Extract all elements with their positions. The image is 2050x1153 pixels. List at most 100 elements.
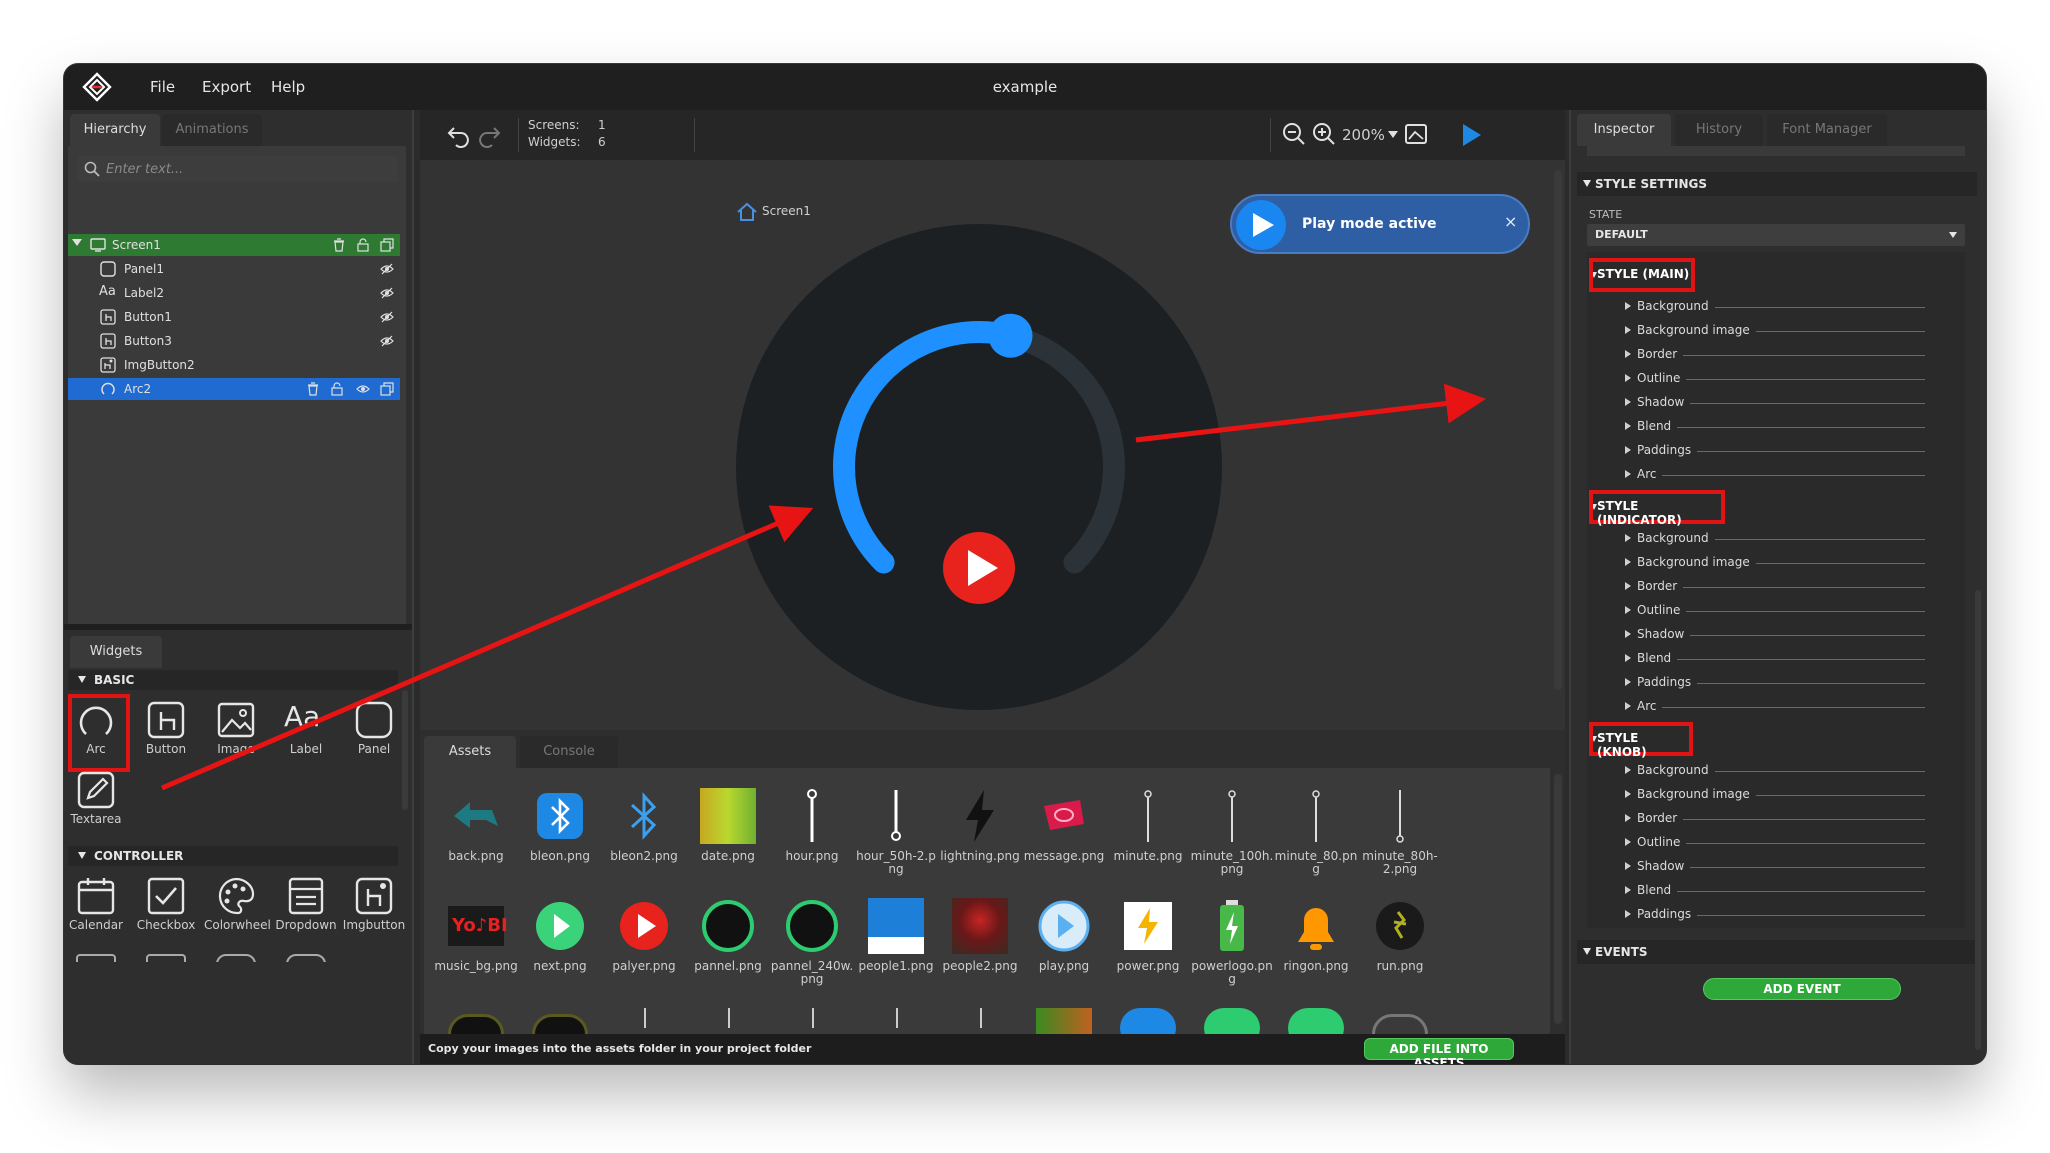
tree-item-label2[interactable]: Aa Label2 <box>68 282 400 304</box>
tree-item-screen1[interactable]: Screen1 <box>68 234 400 256</box>
asset-item[interactable]: minute.png <box>1106 788 1190 888</box>
asset-item[interactable]: Yo♪BI music_bg.png <box>434 898 518 998</box>
section-controller[interactable]: CONTROLLER <box>68 846 398 866</box>
visibility-off-icon[interactable] <box>380 334 394 348</box>
add-file-button[interactable]: ADD FILE INTO ASSETS <box>1364 1038 1514 1064</box>
asset-item[interactable]: pannel_240w.png <box>770 898 854 998</box>
tab-font-manager[interactable]: Font Manager <box>1767 114 1887 146</box>
zoom-dropdown-icon[interactable] <box>1388 131 1398 138</box>
lock-icon[interactable] <box>330 382 344 396</box>
asset-item[interactable]: date.png <box>686 788 770 888</box>
add-event-button[interactable]: ADD EVENT <box>1703 978 1901 1000</box>
prop-border[interactable]: Border <box>1625 346 1925 364</box>
tree-item-arc2[interactable]: Arc2 <box>68 378 400 400</box>
widget-colorwheel[interactable]: Colorwheel <box>204 870 271 936</box>
asset-item[interactable]: play.png <box>1022 898 1106 998</box>
duplicate-icon[interactable] <box>380 382 394 396</box>
state-dropdown[interactable]: DEFAULT <box>1587 224 1965 246</box>
widget-calendar[interactable]: Calendar <box>64 870 128 936</box>
prop-blend[interactable]: Blend <box>1625 882 1925 900</box>
asset-item[interactable]: ringon.png <box>1274 898 1358 998</box>
assets-scrollbar[interactable] <box>1554 774 1562 1024</box>
prop-outline[interactable]: Outline <box>1625 834 1925 852</box>
prop-shadow[interactable]: Shadow <box>1625 858 1925 876</box>
section-basic[interactable]: BASIC <box>68 670 398 690</box>
prop-outline[interactable]: Outline <box>1625 602 1925 620</box>
prop-blend[interactable]: Blend <box>1625 650 1925 668</box>
widget-image[interactable]: Image <box>204 694 268 760</box>
fit-screen-icon[interactable] <box>1404 122 1428 146</box>
prop-blend[interactable]: Blend <box>1625 418 1925 436</box>
redo-icon[interactable] <box>476 122 502 148</box>
widget-button[interactable]: Button <box>134 694 198 760</box>
asset-item[interactable]: minute_80h-2.png <box>1358 788 1442 888</box>
prop-background[interactable]: Background <box>1625 762 1925 780</box>
tree-item-panel1[interactable]: Panel1 <box>68 258 400 280</box>
prop-paddings[interactable]: Paddings <box>1625 674 1925 692</box>
style-settings-header[interactable]: STYLE SETTINGS <box>1577 172 1977 196</box>
widget-panel[interactable]: Panel <box>342 694 406 760</box>
asset-item[interactable]: minute_100h.png <box>1190 788 1274 888</box>
tree-item-button1[interactable]: Button1 <box>68 306 400 328</box>
zoom-level[interactable]: 200% <box>1342 126 1385 144</box>
asset-item[interactable]: powerlogo.png <box>1190 898 1274 998</box>
asset-item[interactable]: minute_80.png <box>1274 788 1358 888</box>
prop-shadow[interactable]: Shadow <box>1625 626 1925 644</box>
tab-hierarchy[interactable]: Hierarchy <box>70 114 160 146</box>
prop-shadow[interactable]: Shadow <box>1625 394 1925 412</box>
prop-background-image[interactable]: Background image <box>1625 786 1925 804</box>
widget-textarea[interactable]: Textarea <box>64 764 128 830</box>
prop-background-image[interactable]: Background image <box>1625 322 1925 340</box>
visibility-off-icon[interactable] <box>380 310 394 324</box>
asset-item[interactable]: people1.png <box>854 898 938 998</box>
tab-console[interactable]: Console <box>520 736 618 768</box>
widget-label[interactable]: Aa Label <box>274 694 338 760</box>
asset-item[interactable]: back.png <box>434 788 518 888</box>
prop-arc[interactable]: Arc <box>1625 698 1925 716</box>
asset-item[interactable]: pannel.png <box>686 898 770 998</box>
style-knob-header[interactable]: STYLE (KNOB) <box>1589 722 1693 759</box>
asset-item[interactable]: run.png <box>1358 898 1442 998</box>
undo-icon[interactable] <box>446 122 472 148</box>
expand-icon[interactable] <box>72 239 82 246</box>
widget-imgbutton[interactable]: Imgbutton <box>342 870 406 936</box>
prop-border[interactable]: Border <box>1625 810 1925 828</box>
asset-item[interactable]: bleon.png <box>518 788 602 888</box>
zoom-out-icon[interactable] <box>1282 122 1306 146</box>
tab-history[interactable]: History <box>1675 114 1763 146</box>
duplicate-icon[interactable] <box>380 238 394 252</box>
prop-background[interactable]: Background <box>1625 298 1925 316</box>
inspector-scrollbar[interactable] <box>1975 590 1981 1050</box>
asset-item[interactable]: lightning.png <box>938 788 1022 888</box>
asset-item[interactable]: bleon2.png <box>602 788 686 888</box>
asset-item[interactable]: palyer.png <box>602 898 686 998</box>
tab-inspector[interactable]: Inspector <box>1577 114 1671 146</box>
tab-assets[interactable]: Assets <box>424 736 516 768</box>
tab-animations[interactable]: Animations <box>162 114 262 146</box>
asset-item[interactable]: people2.png <box>938 898 1022 998</box>
visibility-off-icon[interactable] <box>380 262 394 276</box>
close-icon[interactable]: × <box>1504 212 1517 231</box>
style-main-header[interactable]: STYLE (MAIN) <box>1589 258 1695 292</box>
play-icon[interactable] <box>1458 122 1484 148</box>
delete-icon[interactable] <box>332 238 346 252</box>
prop-background[interactable]: Background <box>1625 530 1925 548</box>
visibility-off-icon[interactable] <box>380 286 394 300</box>
widgets-scrollbar[interactable] <box>402 690 408 810</box>
zoom-in-icon[interactable] <box>1312 122 1336 146</box>
asset-item[interactable]: power.png <box>1106 898 1190 998</box>
delete-icon[interactable] <box>306 382 320 396</box>
prop-border[interactable]: Border <box>1625 578 1925 596</box>
widget-checkbox[interactable]: Checkbox <box>134 870 198 936</box>
splitter[interactable] <box>64 624 412 630</box>
lock-icon[interactable] <box>356 238 370 252</box>
asset-item[interactable]: message.png <box>1022 788 1106 888</box>
style-indicator-header[interactable]: STYLE (INDICATOR) <box>1589 490 1725 527</box>
asset-item[interactable]: hour_50h-2.png <box>854 788 938 888</box>
tree-item-imgbutton2[interactable]: ImgButton2 <box>68 354 400 376</box>
prop-background-image[interactable]: Background image <box>1625 554 1925 572</box>
asset-item[interactable]: hour.png <box>770 788 854 888</box>
canvas-scrollbar[interactable] <box>1554 170 1562 690</box>
visibility-icon[interactable] <box>356 382 370 396</box>
prop-outline[interactable]: Outline <box>1625 370 1925 388</box>
